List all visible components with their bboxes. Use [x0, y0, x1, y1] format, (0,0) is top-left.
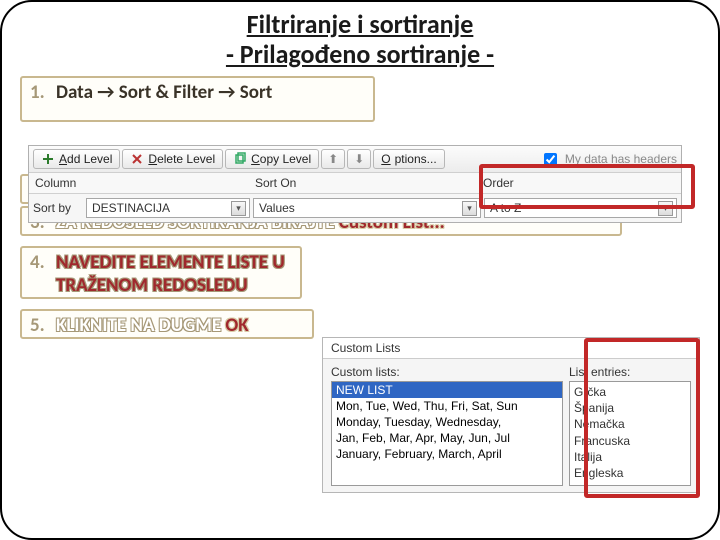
delete-icon — [130, 152, 144, 166]
column-combo[interactable]: DESTINACIJA ▾ — [86, 198, 250, 218]
order-header: Order — [477, 173, 681, 193]
entry-item: Španija — [574, 400, 686, 416]
sort-toolbar: Add Level Delete Level Copy Level ⬆ ⬇ Op… — [29, 146, 681, 173]
step-5-text: KLIKNITE NA DUGME OK — [56, 314, 249, 337]
sort-row: Sort by DESTINACIJA ▾ Values ▾ A to Z ▾ — [29, 194, 681, 222]
custom-lists-listbox[interactable]: NEW LIST Mon, Tue, Wed, Thu, Fri, Sat, S… — [331, 381, 563, 486]
sortby-label: Sort by — [33, 201, 83, 215]
list-item[interactable]: NEW LIST — [332, 382, 562, 398]
move-up-button[interactable]: ⬆ — [321, 149, 345, 169]
step-4-box: 4. NAVEDITE ELEMENTE LISTE U TRAŽENOM RE… — [20, 246, 302, 299]
add-level-button[interactable]: Add Level — [33, 149, 120, 169]
order-combo[interactable]: A to Z ▾ — [484, 198, 677, 218]
entry-item: Engleska — [574, 465, 686, 481]
copy-icon — [233, 152, 247, 166]
delete-level-button[interactable]: Delete Level — [122, 149, 223, 169]
title-line-1: Filtriranje i sortiranje — [247, 8, 474, 40]
headers-checkbox[interactable]: My data has headers — [540, 150, 677, 169]
entry-item: Grčka — [574, 384, 686, 400]
arrow-down-icon: ⬇ — [354, 152, 364, 166]
options-button[interactable]: Options... — [373, 149, 444, 169]
chevron-down-icon: ▾ — [658, 201, 673, 216]
step-4-text: NAVEDITE ELEMENTE LISTE U TRAŽENOM REDOS… — [56, 251, 292, 297]
add-level-label: dd Level — [67, 152, 112, 166]
sort-columns-header: Column Sort On Order — [29, 173, 681, 194]
sorton-value: Values — [259, 201, 295, 215]
headers-label: My data has headers — [565, 152, 677, 166]
slide-title: Filtriranje i sortiranje - Prilagođeno s… — [20, 10, 700, 70]
column-header: Column — [29, 173, 249, 193]
step-5-box: 5. KLIKNITE NA DUGME OK — [20, 309, 314, 339]
list-entries-label: List entries: — [569, 365, 691, 379]
step-1-text: Data → Sort & Filter → Sort — [56, 81, 272, 104]
arrow-up-icon: ⬆ — [328, 152, 338, 166]
title-line-2: - Prilagođeno sortiranje - — [226, 38, 494, 70]
column-value: DESTINACIJA — [92, 201, 170, 215]
chevron-down-icon: ▾ — [462, 201, 477, 216]
step-5-text-b: OK — [225, 314, 248, 337]
order-value: A to Z — [490, 201, 521, 215]
slide-frame: Filtriranje i sortiranje - Prilagođeno s… — [0, 0, 720, 540]
sorton-header: Sort On — [249, 173, 477, 193]
sorton-combo[interactable]: Values ▾ — [253, 198, 481, 218]
list-item[interactable]: January, February, March, April — [332, 446, 562, 462]
sort-dialog: Add Level Delete Level Copy Level ⬆ ⬇ Op… — [28, 145, 682, 223]
custom-lists-dialog: Custom Lists Custom lists: NEW LIST Mon,… — [322, 337, 700, 493]
step-5-number: 5. — [30, 314, 56, 337]
chevron-down-icon: ▾ — [231, 201, 246, 216]
step-4-number: 4. — [30, 251, 56, 274]
list-item[interactable]: Jan, Feb, Mar, Apr, May, Jun, Jul — [332, 430, 562, 446]
custom-lists-title: Custom Lists — [323, 338, 699, 359]
list-item[interactable]: Mon, Tue, Wed, Thu, Fri, Sat, Sun — [332, 398, 562, 414]
step-1-number: 1. — [30, 81, 56, 104]
entry-item: Nemačka — [574, 416, 686, 432]
add-icon — [41, 152, 55, 166]
headers-checkbox-input[interactable] — [544, 153, 557, 166]
step-5-text-a: KLIKNITE NA DUGME — [56, 314, 225, 337]
move-down-button[interactable]: ⬇ — [347, 149, 371, 169]
custom-lists-label: Custom lists: — [331, 365, 563, 379]
step-1-box: 1. Data → Sort & Filter → Sort — [20, 76, 375, 122]
entry-item: Francuska — [574, 433, 686, 449]
list-entries-box[interactable]: Grčka Španija Nemačka Francuska Italija … — [569, 381, 691, 486]
list-item[interactable]: Monday, Tuesday, Wednesday, — [332, 414, 562, 430]
copy-level-button[interactable]: Copy Level — [225, 149, 319, 169]
entry-item: Italija — [574, 449, 686, 465]
